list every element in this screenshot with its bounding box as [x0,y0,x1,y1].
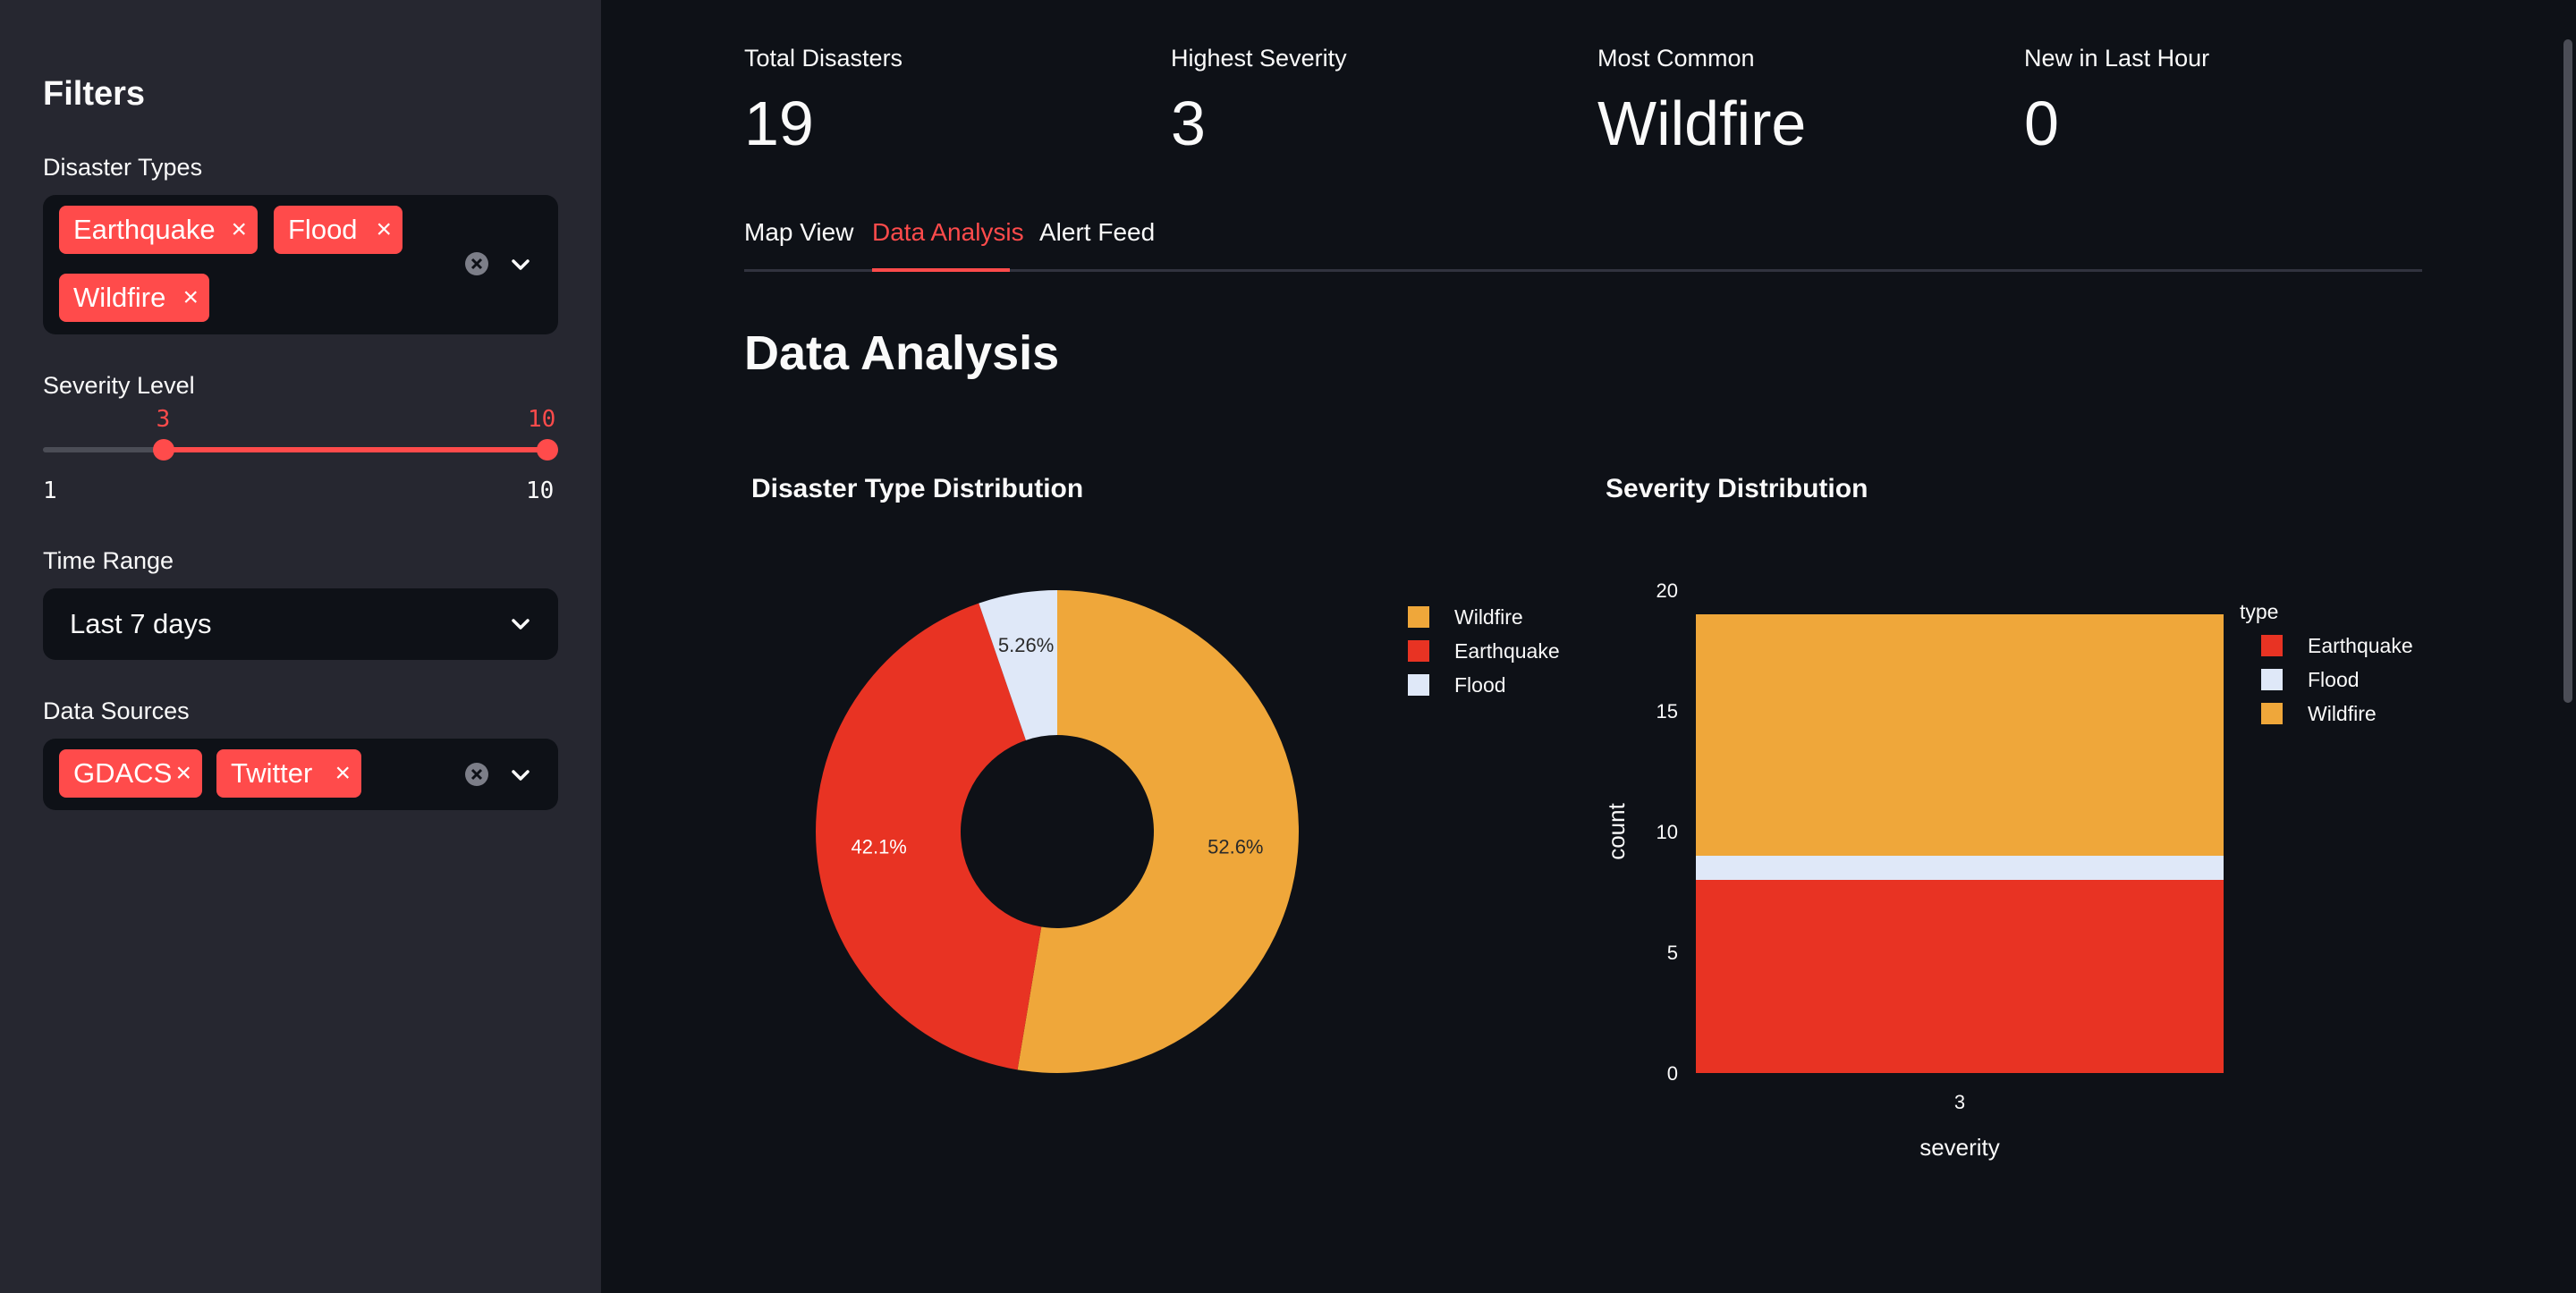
legend-label: Earthquake [2308,634,2413,657]
pie-percent-label: 42.1% [851,836,906,858]
y-axis-label: count [1603,802,1630,859]
bar-segment-flood [1696,856,2224,880]
legend-swatch-wildfire [2261,703,2283,724]
legend-label: Flood [1454,673,1506,697]
legend-label: Earthquake [1454,639,1560,663]
pie-percent-label: 52.6% [1208,836,1263,858]
legend-swatch-flood [1408,674,1429,696]
y-tick-label: 10 [1657,821,1678,843]
charts-canvas: 52.6% 42.1% 5.26% Wildfire Earthquake Flood 0 5… [816,579,2413,1161]
legend-swatch-wildfire [1408,606,1429,628]
legend-title: type [2240,600,2278,623]
pie-percent-label: 5.26% [998,634,1054,656]
y-tick-label: 0 [1667,1062,1678,1085]
x-tick-label: 3 [1954,1091,1965,1113]
page-scrollbar[interactable] [2563,39,2572,703]
bar-segment-wildfire [1696,614,2224,856]
legend-swatch-earthquake [1408,640,1429,662]
y-tick-label: 20 [1657,579,1678,602]
legend-label: Wildfire [1454,605,1523,629]
pie-slice-wildfire [1017,590,1299,1074]
legend-label: Wildfire [2308,702,2377,725]
bar-segment-earthquake [1696,880,2224,1073]
legend-label: Flood [2308,668,2360,691]
legend-swatch-flood [2261,669,2283,690]
y-tick-label: 15 [1657,700,1678,723]
legend-swatch-earthquake [2261,635,2283,656]
y-tick-label: 5 [1667,942,1678,964]
x-axis-label: severity [1919,1134,2000,1161]
